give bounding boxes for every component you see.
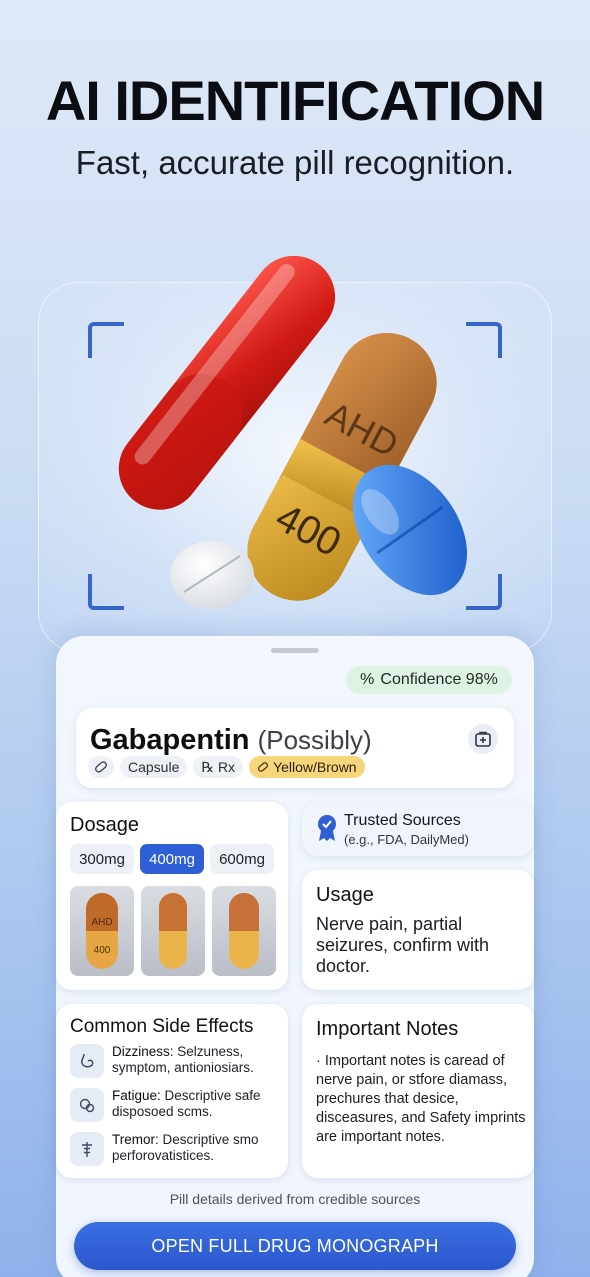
side-effect-item: Dizziness: Selzuness, symptom, antionios… <box>70 1044 280 1078</box>
tag-rx-label: Rx <box>217 759 236 775</box>
trusted-sources-title: Trusted Sources <box>344 812 461 829</box>
stomach-icon <box>70 1044 104 1078</box>
dosage-option-400[interactable]: 400mg <box>140 844 204 874</box>
side-effect-text: Tremor: Descriptive smo perforovatistice… <box>112 1132 280 1166</box>
notes-text: · Important notes is caread of nerve pai… <box>316 1053 526 1145</box>
drug-qualifier: (Possibly) <box>257 725 372 755</box>
tag-color-label: Yellow/Brown <box>273 759 357 775</box>
usage-text: Nerve pain, partial seizures, confirm wi… <box>316 914 490 976</box>
add-to-cabinet-button[interactable] <box>468 724 498 754</box>
side-effects-card: Common Side Effects Dizziness: Selzuness… <box>56 1004 288 1178</box>
tag-rx: ℞ Rx <box>193 756 244 778</box>
tag-capsule: Capsule <box>120 756 188 778</box>
dosage-option-300[interactable]: 300mg <box>70 844 134 874</box>
usage-title: Usage <box>316 884 374 906</box>
white-tablet <box>170 541 254 609</box>
tag-color: Yellow/Brown <box>249 756 365 778</box>
rx-icon: ℞ <box>201 758 214 775</box>
scanned-pills-illustration: AHD 400 <box>118 255 468 609</box>
trusted-sources-card[interactable]: Trusted Sources (e.g., FDA, DailyMed) <box>302 802 534 856</box>
page-title: AI IDENTIFICATION <box>45 69 545 132</box>
side-effects-title: Common Side Effects <box>70 1016 254 1037</box>
side-effect-name: Fatigue: <box>112 1088 161 1103</box>
dosage-title: Dosage <box>70 814 139 836</box>
drug-title: Gabapentin (Possibly) <box>90 724 372 757</box>
tag-capsule-label: Capsule <box>128 759 180 775</box>
percent-icon: % <box>360 671 375 688</box>
sheet-drag-handle[interactable] <box>271 648 319 653</box>
side-effect-text: Fatigue: Descriptive safe disposoed scms… <box>112 1088 280 1122</box>
confidence-label: Confidence 98% <box>380 671 498 688</box>
medical-kit-icon <box>475 731 491 747</box>
dosage-options: 300mg 400mg 600mg <box>70 844 274 874</box>
notes-title: Important Notes <box>316 1018 459 1040</box>
side-effect-name: Dizziness: <box>112 1044 174 1059</box>
thumbnail-imprint-bottom: 400 <box>94 945 111 956</box>
pill-photo-thumbnail[interactable] <box>141 886 205 976</box>
side-effect-item: Tremor: Descriptive smo perforovatistice… <box>70 1132 280 1166</box>
pill-icon <box>95 761 107 773</box>
usage-card: Usage Nerve pain, partial seizures, conf… <box>302 870 534 990</box>
verified-badge-icon <box>318 815 336 841</box>
pill-photo-thumbnail[interactable]: AHD 400 <box>70 886 134 976</box>
dosage-thumbnails: AHD 400 <box>70 886 276 976</box>
sources-footnote: Pill details derived from credible sourc… <box>169 1191 421 1207</box>
side-effect-name: Tremor: <box>112 1132 159 1147</box>
drug-name-card: Gabapentin (Possibly) Capsule ℞ Rx Yello… <box>76 708 514 788</box>
caduceus-icon <box>70 1132 104 1166</box>
confidence-badge: % Confidence 98% <box>346 666 512 694</box>
pills-icon <box>70 1088 104 1122</box>
color-pill-icon <box>258 762 269 772</box>
side-effect-text: Dizziness: Selzuness, symptom, antionios… <box>112 1044 280 1078</box>
important-notes-card: Important Notes · Important notes is car… <box>302 1004 534 1178</box>
dosage-option-600[interactable]: 600mg <box>210 844 274 874</box>
tag-pill-type <box>88 756 114 778</box>
thumbnail-imprint-top: AHD <box>91 917 112 928</box>
drug-name: Gabapentin <box>90 724 250 756</box>
dosage-card: Dosage 300mg 400mg 600mg AHD 400 <box>56 802 288 990</box>
drug-tags: Capsule ℞ Rx Yellow/Brown <box>88 756 365 778</box>
pill-photo-thumbnail[interactable] <box>212 886 276 976</box>
page-subtitle: Fast, accurate pill recognition. <box>75 144 515 181</box>
side-effect-item: Fatigue: Descriptive safe disposoed scms… <box>70 1088 280 1122</box>
open-monograph-button[interactable]: OPEN FULL DRUG MONOGRAPH <box>74 1222 516 1270</box>
trusted-sources-subtitle: (e.g., FDA, DailyMed) <box>344 832 469 847</box>
